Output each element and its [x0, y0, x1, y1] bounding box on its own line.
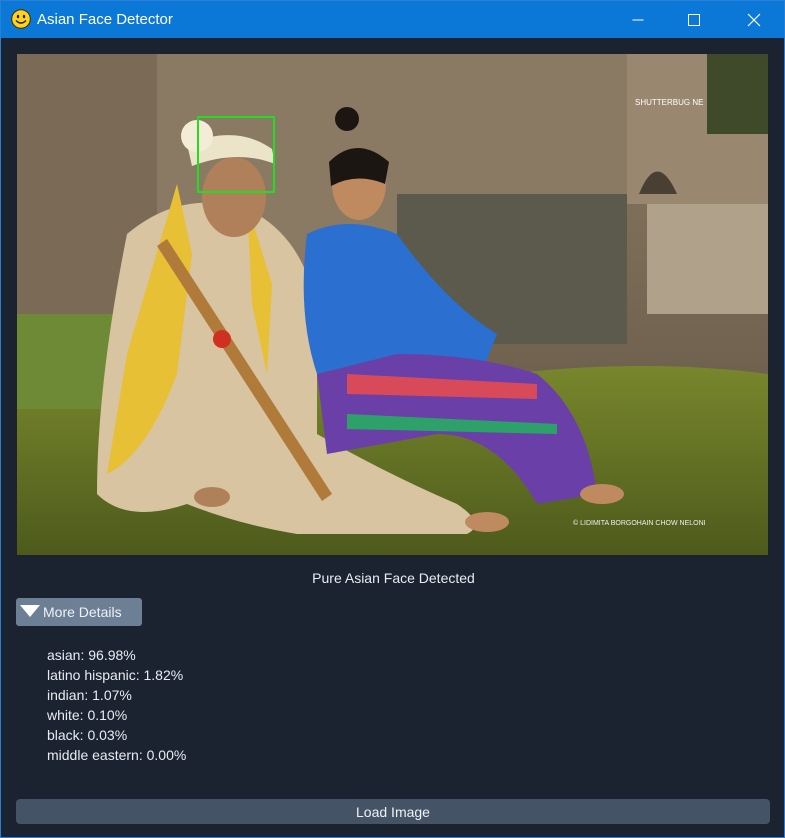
maximize-icon	[688, 13, 700, 26]
watermark-top: SHUTTERBUG NE	[635, 98, 703, 107]
details-list: asian: 96.98% latino hispanic: 1.82% ind…	[47, 645, 186, 765]
list-item: indian: 1.07%	[47, 687, 132, 703]
app-window: Asian Face Detector SHUTTERBUG NE © LIDI…	[0, 0, 785, 838]
detection-result: Pure Asian Face Detected	[312, 570, 475, 586]
window-title: Asian Face Detector	[37, 11, 173, 28]
title-bar[interactable]: Asian Face Detector	[1, 1, 784, 38]
list-item: black: 0.03%	[47, 727, 128, 743]
maximize-button[interactable]	[671, 1, 717, 38]
minimize-icon	[632, 19, 644, 20]
list-item: white: 0.10%	[47, 707, 128, 723]
photo-image: SHUTTERBUG NE © LIDIMITA BORGOHAIN CHOW …	[17, 54, 768, 555]
photo-display: SHUTTERBUG NE © LIDIMITA BORGOHAIN CHOW …	[17, 54, 768, 555]
close-icon	[747, 13, 761, 26]
load-image-button[interactable]: Load Image	[16, 799, 770, 824]
smiley-face-icon	[11, 9, 31, 29]
list-item: latino hispanic: 1.82%	[47, 667, 184, 683]
minimize-button[interactable]	[615, 1, 661, 38]
more-details-label: More Details	[43, 604, 122, 620]
close-button[interactable]	[731, 1, 777, 38]
triangle-down-icon	[20, 605, 40, 617]
list-item: asian: 96.98%	[47, 647, 136, 663]
watermark-bottom: © LIDIMITA BORGOHAIN CHOW NELONI	[573, 519, 706, 527]
more-details-toggle[interactable]: More Details	[16, 598, 142, 626]
list-item: middle eastern: 0.00%	[47, 747, 187, 763]
